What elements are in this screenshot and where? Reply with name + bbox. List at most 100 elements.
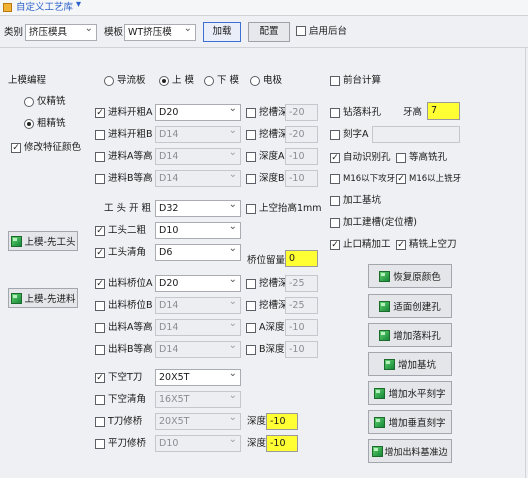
modify-feature-color-checkbox[interactable]: ✓ (11, 143, 21, 153)
lower-t-knife-checkbox[interactable]: ✓ (95, 373, 105, 383)
radio-electrode[interactable] (250, 76, 260, 86)
load-button[interactable]: 加载 (203, 22, 241, 42)
feed-b-contour-checkbox[interactable] (95, 174, 105, 184)
lower-t-knife-label: 下空T刀 (108, 372, 143, 383)
feed-rough-a-select[interactable]: D20 (155, 104, 241, 121)
create-hole-label: 适面创建孔 (393, 302, 441, 313)
title-bar: 自定义工艺库 ▾ (0, 0, 528, 16)
create-hole-button[interactable]: 适面创建孔 (368, 294, 452, 318)
tooth-height-input[interactable]: 7 (427, 102, 460, 120)
lower-chamfer-select[interactable]: 16X5T (155, 391, 241, 408)
flat-knife-bridge-select[interactable]: D10 (155, 435, 241, 452)
feed-rough-a-pocket-checkbox[interactable] (246, 108, 256, 118)
machining-pit-checkbox[interactable] (330, 196, 340, 206)
t-knife-bridge-select[interactable]: 20X5T (155, 413, 241, 430)
upper-mold-head-first-button[interactable]: 上模-先工头 (8, 231, 78, 251)
stop-machining-checkbox[interactable]: ✓ (330, 240, 340, 250)
lower-t-knife-select[interactable]: 20X5T (155, 369, 241, 386)
out-bridge-a-pocket-depth[interactable]: -25 (285, 275, 318, 292)
out-b-contour-select[interactable]: D14 (155, 341, 241, 358)
feed-b-depth-checkbox[interactable] (246, 174, 256, 184)
lower-chamfer-checkbox[interactable] (95, 395, 105, 405)
engrave-a-input[interactable] (372, 126, 460, 143)
modify-feature-color-label: 修改特征颜色 (24, 142, 82, 153)
radio-rough-finish[interactable] (24, 119, 34, 129)
template-label: 模板 (104, 27, 124, 38)
feed-a-depth-input[interactable]: -10 (285, 148, 318, 165)
right-edge-line (525, 48, 526, 478)
flat-knife-bridge-checkbox[interactable] (95, 439, 105, 449)
drill-hole-checkbox[interactable] (330, 108, 340, 118)
head-chamfer-select[interactable]: D6 (155, 244, 241, 261)
out-bridge-b-pocket-checkbox[interactable] (246, 301, 256, 311)
add-vertical-text-button[interactable]: 增加垂直刻字 (368, 410, 452, 434)
upper-mold-feed-first-button[interactable]: 上模-先进料 (8, 288, 78, 308)
equal-height-hole-checkbox[interactable] (396, 153, 406, 163)
out-bridge-b-pocket-depth[interactable]: -25 (285, 297, 318, 314)
feed-rough-b-checkbox[interactable] (95, 130, 105, 140)
m16-below-checkbox[interactable] (330, 174, 340, 184)
feed-rough-a-pocket-depth[interactable]: -20 (285, 104, 318, 121)
out-b-contour-checkbox[interactable] (95, 345, 105, 355)
radio-finish-only[interactable] (24, 97, 34, 107)
machining-bridge-checkbox[interactable] (330, 218, 340, 228)
out-bridge-b-checkbox[interactable] (95, 301, 105, 311)
auto-detect-hole-checkbox[interactable]: ✓ (330, 153, 340, 163)
flat-knife-bridge-depth-input[interactable]: -10 (266, 435, 298, 452)
t-knife-bridge-depth-input[interactable]: -10 (266, 413, 298, 430)
head-second-rough-checkbox[interactable]: ✓ (95, 226, 105, 236)
t-knife-bridge-label: T刀修桥 (108, 416, 143, 427)
upper-mold-section-title: 上模编程 (8, 75, 47, 86)
radio-lower-mold[interactable] (204, 76, 214, 86)
template-select[interactable]: WT挤压模 (124, 24, 196, 41)
config-button[interactable]: 配置 (248, 22, 290, 42)
restore-color-button[interactable]: 恢复原颜色 (368, 264, 452, 288)
t-knife-bridge-checkbox[interactable] (95, 417, 105, 427)
out-bridge-a-checkbox[interactable]: ✓ (95, 279, 105, 289)
front-calc-checkbox[interactable] (330, 76, 340, 86)
feed-a-depth-checkbox[interactable] (246, 152, 256, 162)
finish-upper-knife-checkbox[interactable]: ✓ (396, 240, 406, 250)
flat-knife-bridge-depth-label: 深度 (247, 438, 267, 449)
flat-knife-bridge-label: 平刀修桥 (108, 438, 147, 449)
feed-rough-b-select[interactable]: D14 (155, 126, 241, 143)
lower-chamfer-label: 下空清角 (108, 394, 147, 405)
bridge-allowance-input[interactable]: 0 (285, 250, 318, 267)
out-a-contour-select[interactable]: D14 (155, 319, 241, 336)
category-select[interactable]: 挤压模具 (25, 24, 97, 41)
m16-above-checkbox[interactable]: ✓ (396, 174, 406, 184)
engrave-a-checkbox[interactable] (330, 130, 340, 140)
radio-upper-mold[interactable] (159, 76, 169, 86)
head-rough-select[interactable]: D32 (155, 200, 241, 217)
t-knife-bridge-depth-label: 深度 (247, 416, 267, 427)
add-drop-hole-button[interactable]: 增加落料孔 (368, 323, 452, 347)
finish-upper-knife-label: 精铣上空刀 (409, 239, 457, 250)
radio-guide-plate[interactable] (104, 76, 114, 86)
head-chamfer-checkbox[interactable]: ✓ (95, 248, 105, 258)
add-horizontal-text-button[interactable]: 增加水平刻字 (368, 381, 452, 405)
feed-rough-b-pocket-checkbox[interactable] (246, 130, 256, 140)
add-outlet-datum-button[interactable]: 增加出料基准边 (368, 439, 452, 463)
out-bridge-a-pocket-checkbox[interactable] (246, 279, 256, 289)
add-pit-button[interactable]: 增加基坑 (368, 352, 452, 376)
out-b-depth-checkbox[interactable] (246, 345, 256, 355)
m16-below-label: M16以下攻牙 (343, 174, 396, 184)
out-bridge-b-select[interactable]: D14 (155, 297, 241, 314)
feed-rough-b-pocket-depth[interactable]: -20 (285, 126, 318, 143)
out-a-depth-input[interactable]: -10 (285, 319, 318, 336)
out-a-contour-checkbox[interactable] (95, 323, 105, 333)
out-b-depth-input[interactable]: -10 (285, 341, 318, 358)
feed-b-depth-input[interactable]: -10 (285, 170, 318, 187)
raise-1mm-checkbox[interactable] (246, 204, 256, 214)
feed-b-contour-select[interactable]: D14 (155, 170, 241, 187)
green-button-icon (379, 329, 391, 341)
feed-a-contour-checkbox[interactable] (95, 152, 105, 162)
feed-a-contour-select[interactable]: D14 (155, 148, 241, 165)
enable-backend-checkbox[interactable] (296, 26, 306, 36)
head-second-rough-select[interactable]: D10 (155, 222, 241, 239)
title-dropdown-icon[interactable]: ▾ (76, 0, 81, 10)
out-bridge-a-select[interactable]: D20 (155, 275, 241, 292)
radio-upper-mold-label: 上 模 (172, 75, 195, 86)
feed-rough-a-checkbox[interactable]: ✓ (95, 108, 105, 118)
out-a-depth-checkbox[interactable] (246, 323, 256, 333)
